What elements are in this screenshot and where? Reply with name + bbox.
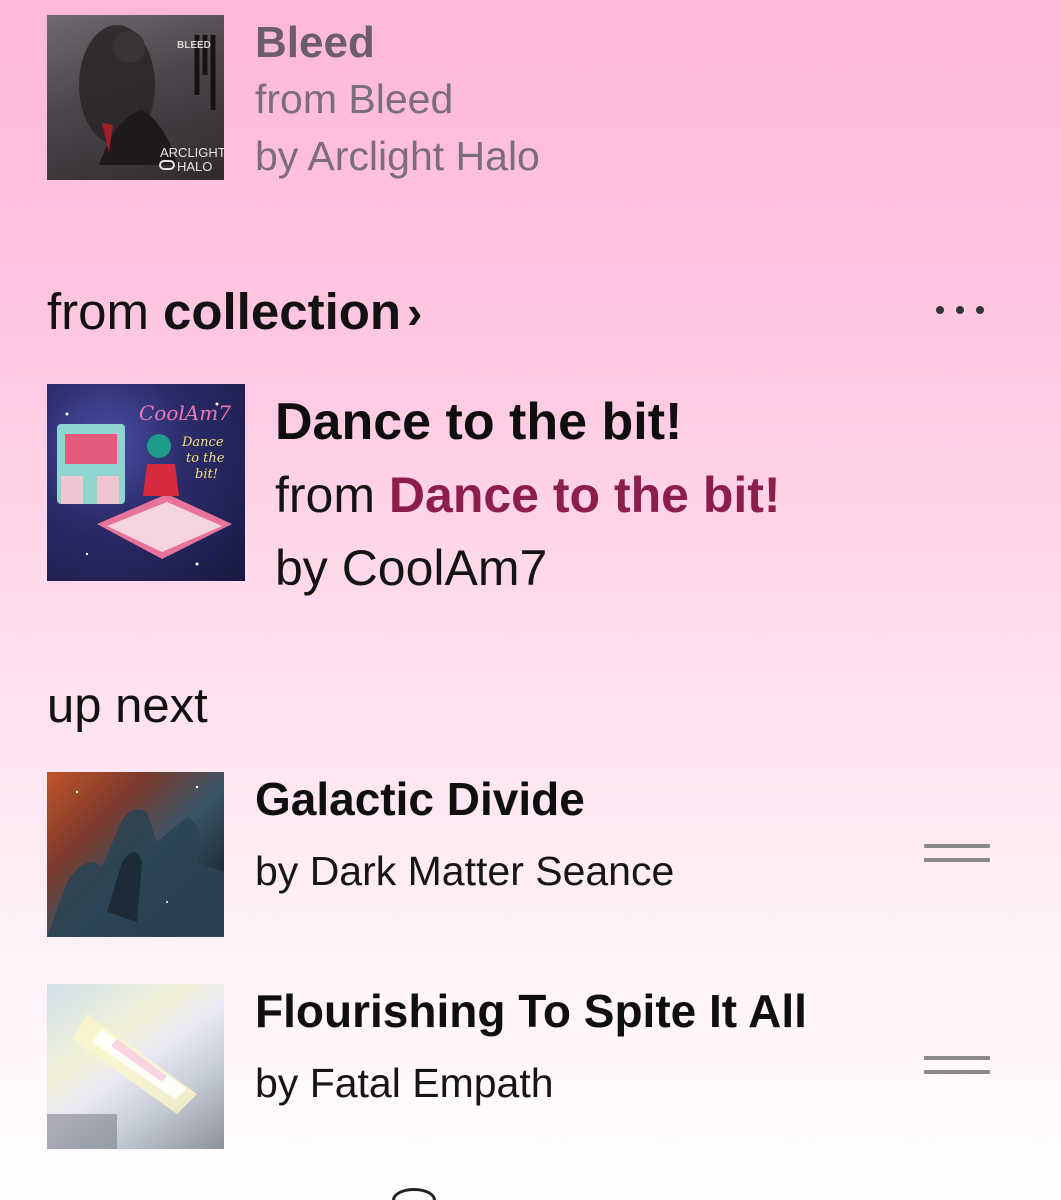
drag-handle-icon[interactable]: [924, 844, 990, 866]
queue-item-1-info[interactable]: Galactic Divide by Dark Matter Seance: [255, 772, 674, 894]
current-track-album-link[interactable]: Dance to the bit!: [389, 467, 781, 523]
flourishing-cover-art: [47, 1014, 197, 1149]
svg-text:BLEED: BLEED: [177, 40, 211, 51]
queue-item-2-title: Flourishing To Spite It All: [255, 985, 807, 1037]
bleed-cover-art: BLEED ARCLIGHT HALO: [79, 25, 224, 174]
current-track-title: Dance to the bit!: [275, 393, 683, 451]
previous-track-info[interactable]: Bleed from Bleed by Arclight Halo: [255, 14, 540, 185]
collection-header[interactable]: from collection ›: [47, 282, 422, 341]
previous-track-artist: by Arclight Halo: [255, 133, 540, 179]
dance-cover-art: CoolAm7 Dance to the bit!: [57, 401, 232, 566]
chevron-right-icon: ›: [407, 285, 423, 338]
svg-text:ARCLIGHT: ARCLIGHT: [160, 145, 224, 160]
current-track-artwork[interactable]: CoolAm7 Dance to the bit!: [47, 384, 245, 581]
svg-text:HALO: HALO: [177, 159, 212, 174]
current-track-artist: by CoolAm7: [275, 540, 548, 596]
up-next-heading: up next: [47, 679, 208, 733]
previous-track-artwork[interactable]: BLEED ARCLIGHT HALO: [47, 15, 224, 180]
svg-text:to the: to the: [186, 451, 225, 466]
collection-header-prefix: from: [47, 283, 149, 340]
current-track-album-prefix: from: [275, 467, 389, 523]
drag-handle-icon[interactable]: [924, 1056, 990, 1078]
queue-item-1-title: Galactic Divide: [255, 773, 585, 825]
svg-text:bit!: bit!: [195, 467, 218, 482]
queue-item-2-info[interactable]: Flourishing To Spite It All by Fatal Emp…: [255, 984, 807, 1106]
current-track-album: from Dance to the bit!: [275, 459, 781, 532]
previous-track-title: Bleed: [255, 18, 375, 67]
collection-link[interactable]: collection: [163, 282, 401, 341]
more-options-button[interactable]: [930, 292, 990, 328]
partial-icon: [392, 1188, 436, 1200]
more-horizontal-icon: [936, 306, 984, 314]
queue-item-2-artwork[interactable]: [47, 984, 224, 1149]
svg-text:Dance: Dance: [181, 435, 224, 450]
galactic-cover-art: [47, 785, 224, 937]
queue-item-2-artist: by Fatal Empath: [255, 1060, 554, 1106]
previous-track-album: from Bleed: [255, 76, 454, 122]
svg-text:CoolAm7: CoolAm7: [139, 401, 231, 425]
queue-item-1-artist: by Dark Matter Seance: [255, 848, 675, 894]
current-track-info[interactable]: Dance to the bit! from Dance to the bit!…: [275, 386, 781, 605]
queue-item-1-artwork[interactable]: [47, 772, 224, 937]
